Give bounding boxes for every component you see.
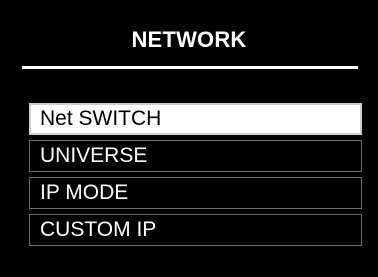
page-title: NETWORK xyxy=(131,27,247,52)
menu-item-ip-mode[interactable]: IP MODE xyxy=(29,177,362,209)
menu-item-custom-ip[interactable]: CUSTOM IP xyxy=(29,214,362,246)
title-divider xyxy=(22,66,358,69)
menu-item-net-switch[interactable]: Net SWITCH xyxy=(29,103,362,135)
menu-item-universe[interactable]: UNIVERSE xyxy=(29,140,362,172)
network-menu: Net SWITCH UNIVERSE IP MODE CUSTOM IP xyxy=(29,103,362,251)
network-menu-screen: NETWORK Net SWITCH UNIVERSE IP MODE CUST… xyxy=(0,0,378,277)
